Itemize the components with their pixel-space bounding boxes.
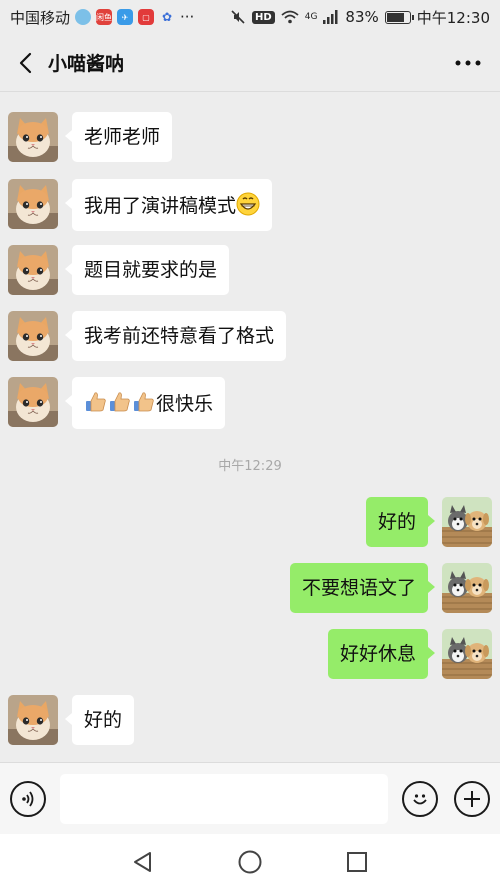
message-row: 好好休息: [327, 629, 492, 679]
nav-back-button[interactable]: [128, 847, 158, 877]
message-row: 我用了演讲稿模式: [8, 179, 273, 231]
message-text: 不要想语文了: [301, 577, 416, 599]
plus-icon: [464, 790, 480, 807]
xianyu-app-icon: 闲鱼: [96, 9, 113, 25]
message-bubble[interactable]: 我用了演讲稿模式: [64, 179, 273, 231]
message-row: 好的: [365, 497, 492, 547]
message-row: 题目就要求的是: [8, 245, 230, 295]
triangle-back-icon: [134, 851, 152, 872]
chat-header: 小喵酱呐: [0, 34, 500, 92]
message-text: 题目就要求的是: [84, 259, 218, 281]
thumbs-up-icon: [108, 390, 132, 414]
my-avatar[interactable]: [442, 563, 492, 613]
voice-icon: [22, 790, 34, 807]
contact-avatar[interactable]: [8, 245, 58, 295]
browser-app-icon: [75, 9, 92, 25]
clock: 中午12:30: [416, 8, 490, 27]
message-bubble[interactable]: 题目就要求的是: [64, 245, 230, 295]
more-notifications-icon: ···: [180, 8, 195, 26]
message-bubble[interactable]: 好好休息: [327, 629, 436, 679]
message-text: 很快乐: [156, 393, 214, 415]
contact-avatar[interactable]: [8, 179, 58, 229]
message-text: 我考前还特意看了格式: [84, 325, 275, 347]
red-app-icon: ▢: [138, 9, 155, 25]
message-text: 老师老师: [84, 126, 161, 148]
nav-home-button[interactable]: [235, 847, 265, 877]
message-text: 好的: [84, 709, 123, 731]
more-options-button[interactable]: [448, 43, 488, 83]
emoji-button[interactable]: [402, 780, 438, 817]
signal-icon: [323, 10, 338, 24]
back-button[interactable]: [12, 43, 38, 83]
message-bubble[interactable]: 很快乐: [64, 377, 226, 429]
voice-button[interactable]: [10, 780, 46, 817]
contact-avatar[interactable]: [8, 695, 58, 745]
hd-badge: HD: [252, 10, 275, 24]
thumbs-up-icon: [132, 390, 156, 414]
chat-title: 小喵酱呐: [48, 53, 125, 75]
my-avatar[interactable]: [442, 497, 492, 547]
message-row: 很快乐: [8, 377, 226, 429]
status-right: HD 4G 83% 中午12:30: [230, 7, 490, 28]
message-bubble[interactable]: 好的: [365, 497, 436, 547]
status-bar: 中国移动 闲鱼 ✈ ▢ ✿ ··· HD 4G 83% 中午12:30: [0, 0, 500, 34]
message-row: 不要想语文了: [289, 563, 492, 613]
contact-avatar[interactable]: [8, 377, 58, 427]
add-button[interactable]: [454, 780, 490, 817]
carrier-label: 中国移动: [10, 8, 71, 27]
circle-home-icon: [238, 850, 262, 873]
message-bubble[interactable]: 我考前还特意看了格式: [64, 311, 287, 361]
message-text: 好好休息: [339, 643, 416, 665]
message-row: 我考前还特意看了格式: [8, 311, 287, 361]
status-left: 中国移动 闲鱼 ✈ ▢ ✿ ···: [10, 7, 194, 28]
my-avatar[interactable]: [442, 629, 492, 679]
contact-avatar[interactable]: [8, 112, 58, 162]
chat-timestamp: 中午12:29: [218, 459, 282, 474]
battery-percent: 83%: [345, 8, 379, 26]
message-row: 好的: [8, 695, 135, 745]
message-input[interactable]: [60, 773, 388, 824]
wifi-icon: [281, 10, 299, 24]
message-text: 好的: [377, 511, 416, 533]
message-bubble[interactable]: 不要想语文了: [289, 563, 436, 613]
contact-avatar[interactable]: [8, 311, 58, 361]
more-dots-icon: [455, 60, 481, 65]
battery-icon: [384, 10, 414, 24]
chevron-left-icon: [19, 52, 32, 73]
paw-app-icon: ✿: [161, 10, 173, 24]
nav-recent-button[interactable]: [342, 847, 372, 877]
network-type: 4G: [304, 12, 318, 22]
message-row: 老师老师: [8, 112, 173, 162]
message-text: 我用了演讲稿模式: [84, 195, 237, 217]
message-bubble[interactable]: 好的: [64, 695, 135, 745]
input-bar: [0, 762, 500, 834]
send-app-icon: ✈: [117, 9, 134, 25]
grinning-face-icon: [236, 192, 260, 216]
message-list[interactable]: 老师老师 我用了演讲稿模式 题目就要求的是 我考前还特意看了格式 很快乐 中午1…: [0, 92, 500, 762]
emoji-icon: [413, 793, 427, 804]
thumbs-up-icon: [84, 390, 108, 414]
system-nav-bar: [0, 834, 500, 889]
mute-icon: [231, 10, 245, 24]
square-recent-icon: [346, 851, 367, 872]
message-bubble[interactable]: 老师老师: [64, 112, 173, 162]
